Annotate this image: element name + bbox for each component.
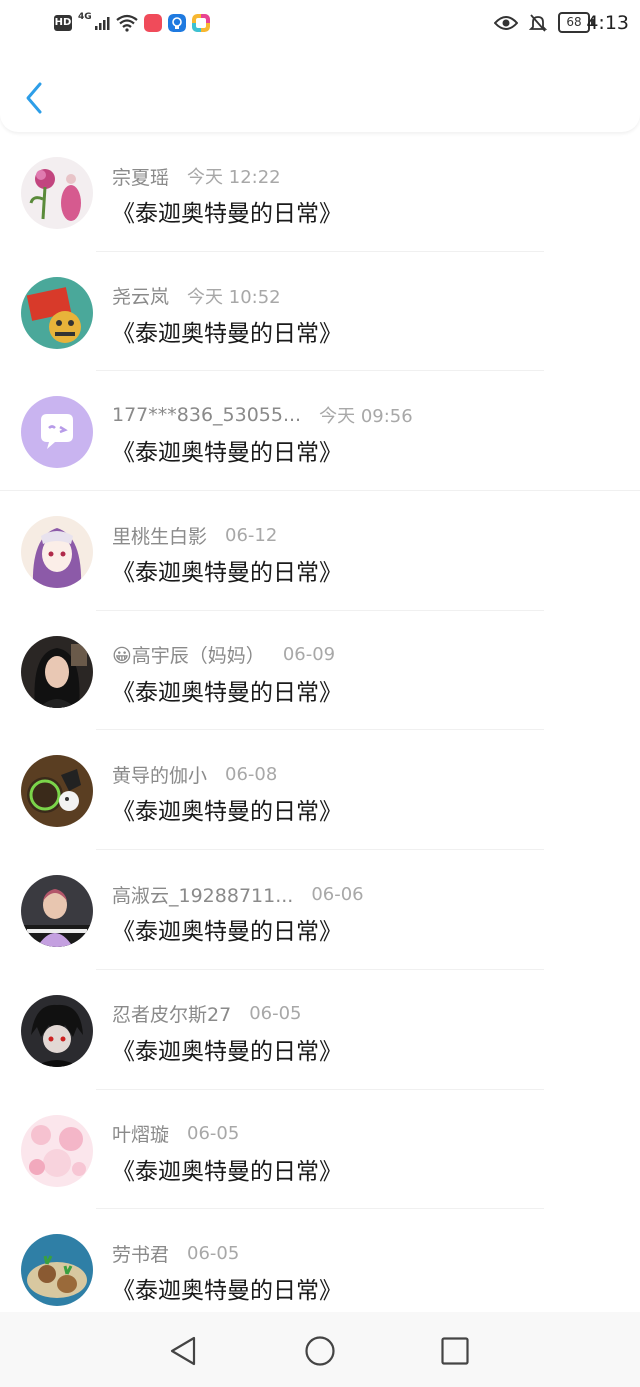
- message-text: 《泰迦奥特曼的日常》: [112, 919, 342, 946]
- list-item[interactable]: 尧云岚 今天 10:52 《泰迦奥特曼的日常》: [0, 252, 640, 372]
- circle-home-icon: [305, 1336, 335, 1366]
- square-recents-icon: [441, 1337, 469, 1365]
- sender-name: 177***836_53055...: [112, 404, 302, 427]
- message-time: 06-05: [187, 1123, 240, 1144]
- list-item[interactable]: 劳书君 06-05 《泰迦奥特曼的日常》: [0, 1209, 640, 1312]
- sender-name: 😀高宇辰（妈妈）: [112, 645, 265, 668]
- shopping-app-icon: [143, 14, 162, 32]
- header: HD 4G 68 4:13: [0, 0, 640, 132]
- nav-recents-button[interactable]: [438, 1334, 472, 1368]
- message-text: 《泰迦奥特曼的日常》: [112, 1278, 342, 1305]
- message-time: 今天 10:52: [187, 286, 281, 308]
- message-time: 今天 12:22: [187, 167, 281, 188]
- system-nav-bar: [0, 1312, 640, 1387]
- avatar[interactable]: [21, 635, 93, 708]
- network-type: 4G: [78, 12, 92, 22]
- message-meta: 忍者皮尔斯27 06-05: [112, 999, 302, 1029]
- screen: HD 4G 68 4:13 宗夏瑶 今天 12:22 《泰迦奥特曼的日常》 尧云…: [0, 0, 640, 1387]
- list-item[interactable]: 177***836_53055... 今天 09:56 《泰迦奥特曼的日常》: [0, 371, 640, 492]
- message-text: 《泰迦奥特曼的日常》: [112, 1038, 342, 1065]
- message-time: 06-05: [249, 1003, 302, 1025]
- message-meta: 叶熠璇 06-05: [112, 1119, 239, 1149]
- avatar[interactable]: [21, 516, 93, 589]
- message-time: 06-05: [187, 1242, 240, 1264]
- sender-name: 叶熠璇: [112, 1124, 170, 1146]
- message-list: 宗夏瑶 今天 12:22 《泰迦奥特曼的日常》 尧云岚 今天 10:52 《泰迦…: [0, 132, 640, 1312]
- message-meta: 里桃生白影 06-12: [112, 520, 277, 550]
- back-button[interactable]: [20, 76, 50, 120]
- message-text: 《泰迦奥特曼的日常》: [112, 201, 342, 227]
- sender-name: 宗夏瑶: [112, 166, 170, 189]
- message-time: 06-12: [225, 524, 278, 546]
- message-meta: 尧云岚 今天 10:52: [112, 281, 281, 311]
- avatar[interactable]: [21, 157, 93, 229]
- message-meta: 高淑云_19288711... 06-06: [112, 879, 364, 909]
- wifi-icon: [115, 14, 138, 32]
- message-time: 今天 09:56: [319, 406, 413, 428]
- bulb-app-icon: [167, 14, 186, 32]
- message-time: 06-09: [282, 644, 336, 666]
- message-text: 《泰迦奥特曼的日常》: [112, 1158, 342, 1185]
- message-meta: 劳书君 06-05: [112, 1238, 239, 1268]
- triangle-back-icon: [170, 1336, 196, 1366]
- nav-back-button[interactable]: [166, 1334, 200, 1368]
- list-item[interactable]: 里桃生白影 06-12 《泰迦奥特曼的日常》: [0, 491, 640, 611]
- list-item[interactable]: 高淑云_19288711... 06-06 《泰迦奥特曼的日常》: [0, 850, 640, 970]
- message-time: 06-06: [311, 883, 364, 905]
- status-bar: HD 4G 68 4:13: [0, 0, 640, 50]
- message-text: 《泰迦奥特曼的日常》: [112, 320, 342, 347]
- status-left: HD 4G: [54, 12, 210, 32]
- status-time: 4:13: [586, 12, 629, 34]
- avatar[interactable]: [21, 875, 93, 948]
- message-time: 06-08: [225, 763, 278, 785]
- sender-name: 尧云岚: [112, 286, 170, 309]
- sender-name: 劳书君: [112, 1243, 170, 1266]
- signal-icon: [94, 17, 110, 30]
- list-item[interactable]: 宗夏瑶 今天 12:22 《泰迦奥特曼的日常》: [0, 132, 640, 252]
- message-text: 《泰迦奥特曼的日常》: [112, 679, 342, 706]
- battery-icon: 68: [558, 12, 594, 33]
- sender-name: 忍者皮尔斯27: [112, 1004, 232, 1027]
- avatar[interactable]: [21, 396, 93, 469]
- eye-icon: [494, 15, 518, 30]
- list-item[interactable]: 😀高宇辰（妈妈） 06-09 《泰迦奥特曼的日常》: [0, 611, 640, 731]
- hd-icon: HD: [54, 15, 72, 31]
- mute-bell-icon: [528, 13, 548, 32]
- avatar[interactable]: [21, 755, 93, 828]
- list-item[interactable]: 叶熠璇 06-05 《泰迦奥特曼的日常》: [0, 1090, 640, 1210]
- message-text: 《泰迦奥特曼的日常》: [112, 799, 342, 826]
- message-meta: 宗夏瑶 今天 12:22: [112, 161, 281, 191]
- nav-home-button[interactable]: [303, 1334, 337, 1368]
- message-text: 《泰迦奥特曼的日常》: [112, 560, 342, 587]
- avatar[interactable]: [21, 1114, 93, 1187]
- chevron-left-icon: [26, 82, 42, 114]
- status-right: 68: [494, 12, 594, 33]
- message-meta: 黄导的伽小 06-08: [112, 759, 277, 789]
- avatar[interactable]: [21, 276, 93, 349]
- message-meta: 177***836_53055... 今天 09:56: [112, 400, 413, 430]
- sender-name: 黄导的伽小: [112, 764, 208, 787]
- message-meta: 😀高宇辰（妈妈） 06-09: [112, 640, 335, 670]
- avatar[interactable]: [21, 1234, 93, 1307]
- list-item[interactable]: 黄导的伽小 06-08 《泰迦奥特曼的日常》: [0, 730, 640, 851]
- sender-name: 高淑云_19288711...: [112, 884, 294, 907]
- sender-name: 里桃生白影: [112, 525, 208, 548]
- message-text: 《泰迦奥特曼的日常》: [112, 440, 342, 467]
- avatar[interactable]: [21, 994, 93, 1067]
- list-item[interactable]: 忍者皮尔斯27 06-05 《泰迦奥特曼的日常》: [0, 970, 640, 1090]
- colorful-app-icon: [191, 14, 210, 32]
